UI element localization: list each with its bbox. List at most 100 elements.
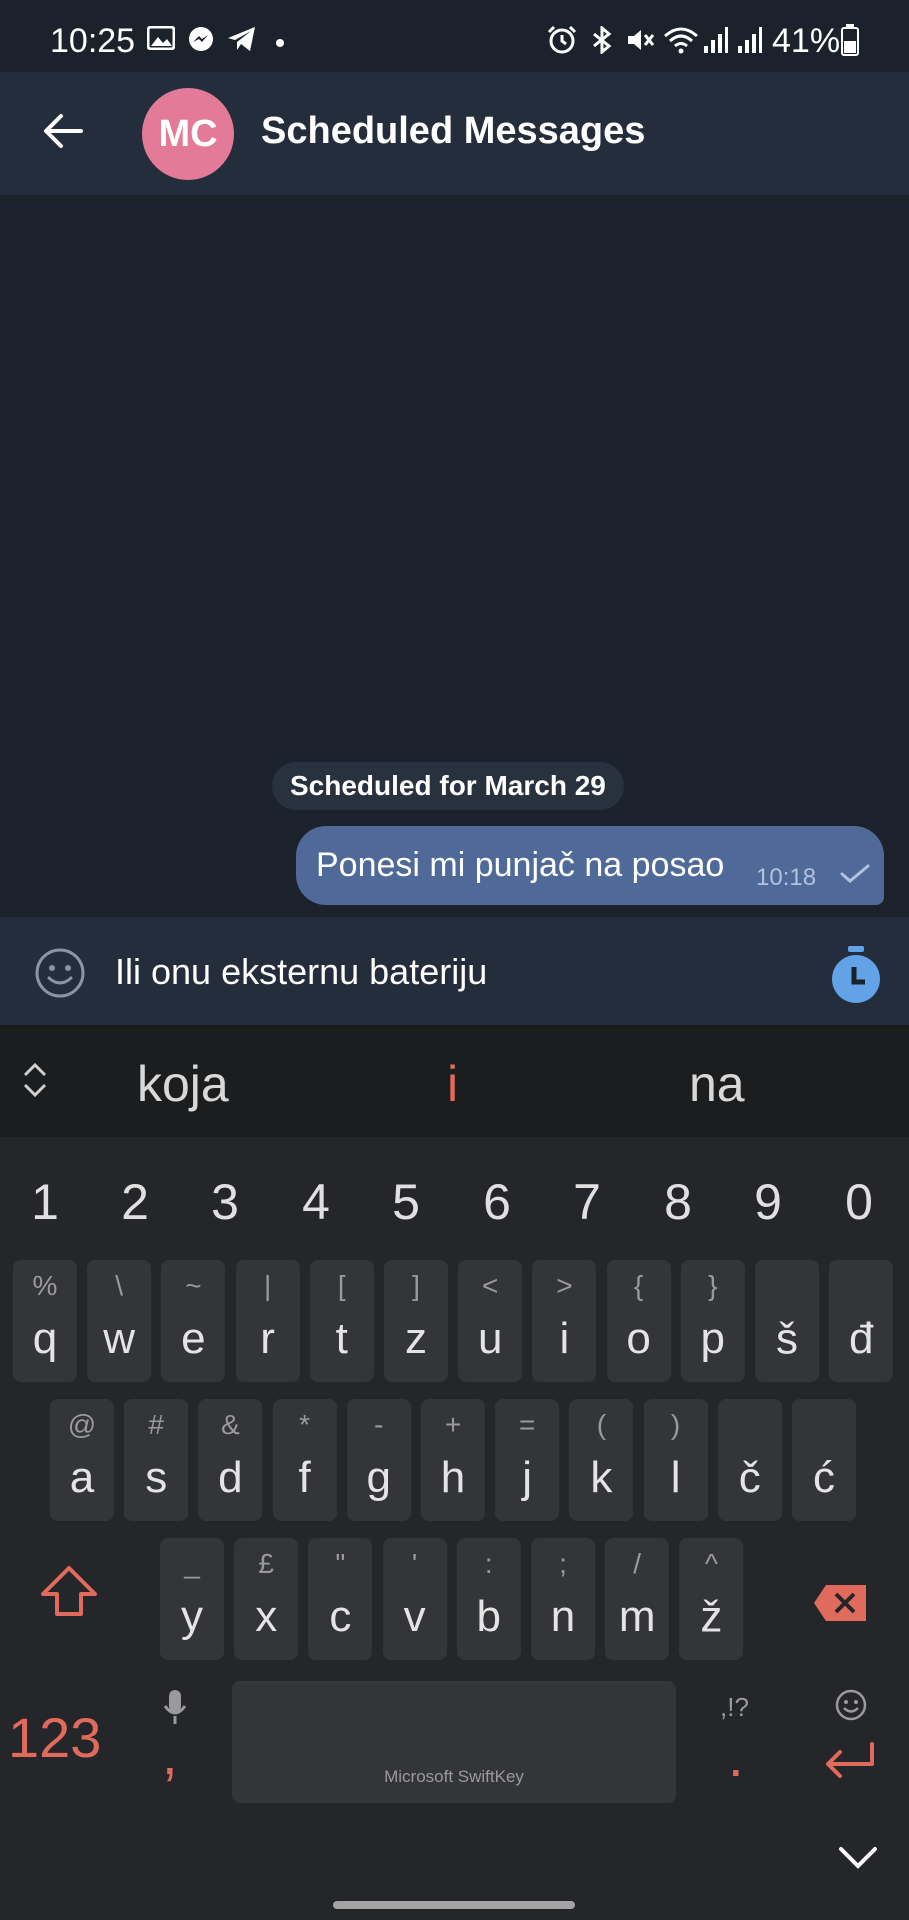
- key-label: a: [69, 1453, 95, 1502]
- key-p[interactable]: } p: [680, 1260, 745, 1382]
- key-alt-label: @: [67, 1409, 97, 1440]
- message-time: 10:18: [756, 864, 817, 891]
- emoji-icon[interactable]: [34, 947, 86, 999]
- key-j[interactable]: = j: [495, 1399, 560, 1521]
- key-t[interactable]: [t: [309, 1260, 374, 1382]
- key-u[interactable]: < u: [458, 1260, 523, 1382]
- number-key[interactable]: 2: [100, 1173, 170, 1231]
- key-alt-label: ": [335, 1548, 346, 1579]
- wifi-icon: [664, 27, 698, 54]
- suggestion-item[interactable]: na: [689, 1055, 745, 1113]
- period-key[interactable]: ,!? .: [690, 1688, 780, 1810]
- key-label: e: [181, 1314, 206, 1363]
- key-đ[interactable]: đ: [829, 1260, 894, 1382]
- suggestion-item[interactable]: koja: [137, 1055, 229, 1113]
- space-key[interactable]: Microsoft SwiftKey: [232, 1681, 676, 1803]
- key-e[interactable]: ~ e: [161, 1260, 226, 1382]
- key-v[interactable]: ' v: [382, 1538, 447, 1660]
- backspace-key[interactable]: [812, 1583, 868, 1623]
- avatar[interactable]: MC: [142, 88, 234, 180]
- key-label: i: [559, 1314, 570, 1363]
- key-label: x: [255, 1592, 278, 1641]
- key-i[interactable]: > i: [532, 1260, 597, 1382]
- numbers-key[interactable]: 123: [8, 1705, 101, 1770]
- key-c[interactable]: " c: [308, 1538, 373, 1660]
- key-label: p: [700, 1314, 726, 1363]
- number-key[interactable]: 3: [190, 1173, 260, 1231]
- key-s[interactable]: # s: [124, 1399, 189, 1521]
- shift-key[interactable]: [40, 1565, 98, 1617]
- battery-percentage: 41%: [772, 22, 841, 60]
- key-q[interactable]: % q: [13, 1260, 77, 1382]
- key-b[interactable]: :b: [456, 1538, 521, 1660]
- suggestion-item[interactable]: i: [447, 1055, 458, 1113]
- page-title[interactable]: Scheduled Messages: [261, 110, 645, 153]
- message-list[interactable]: Scheduled for March 29 Ponesi mi punjač …: [0, 195, 909, 917]
- message-input[interactable]: [115, 947, 815, 997]
- key-label: b: [476, 1592, 502, 1641]
- key-š[interactable]: š: [755, 1260, 819, 1382]
- key-y[interactable]: _ y: [160, 1538, 224, 1660]
- key-w[interactable]: \ w: [87, 1260, 152, 1382]
- key-alt-label: ^: [704, 1548, 718, 1579]
- key-alt-label: £: [258, 1548, 274, 1579]
- keyboard: koja i na 1234567890 % q \ w ~ e | r[t] z < u > i{o}…: [0, 1025, 909, 1920]
- key-d[interactable]: & d: [198, 1399, 263, 1521]
- key-label: w: [103, 1314, 136, 1363]
- key-ć[interactable]: ć: [792, 1399, 856, 1521]
- number-key[interactable]: 9: [733, 1173, 803, 1231]
- number-key[interactable]: 7: [552, 1173, 622, 1231]
- key-n[interactable]: ; n: [531, 1538, 595, 1660]
- key-alt-label: ): [670, 1409, 681, 1440]
- key-a[interactable]: @ a: [50, 1399, 114, 1521]
- key-alt-label: {: [633, 1270, 644, 1301]
- signal-icon: [738, 27, 762, 53]
- number-key[interactable]: 6: [462, 1173, 532, 1231]
- key-m[interactable]: / m: [605, 1538, 670, 1660]
- number-key[interactable]: 4: [281, 1173, 351, 1231]
- message-bubble[interactable]: Ponesi mi punjač na posao 10:18: [296, 826, 884, 905]
- key-x[interactable]: £ x: [234, 1538, 299, 1660]
- chat-header: MC Scheduled Messages: [0, 72, 909, 195]
- expand-toggle-icon[interactable]: [22, 1061, 48, 1099]
- key-g[interactable]: -g: [346, 1399, 411, 1521]
- back-button[interactable]: [34, 102, 92, 160]
- number-key[interactable]: 0: [824, 1173, 894, 1231]
- chevron-down-icon[interactable]: [838, 1845, 878, 1871]
- key-alt-label: }: [708, 1270, 718, 1301]
- comma-label: ,: [162, 1723, 178, 1786]
- key-label: š: [776, 1314, 798, 1363]
- key-l[interactable]: ) l: [643, 1399, 708, 1521]
- timer-icon[interactable]: [829, 945, 883, 1005]
- key-h[interactable]: + h: [421, 1399, 485, 1521]
- key-alt-label: ': [411, 1548, 418, 1579]
- key-k[interactable]: (k: [569, 1399, 634, 1521]
- key-o[interactable]: {o: [606, 1260, 671, 1382]
- key-z[interactable]: ] z: [384, 1260, 448, 1382]
- key-label: ž: [700, 1592, 723, 1641]
- punctuation-alt-label: ,!?: [720, 1692, 749, 1722]
- key-label: đ: [848, 1314, 874, 1363]
- key-alt-label: (: [596, 1409, 607, 1440]
- bluetooth-icon: [593, 26, 612, 54]
- key-alt-label: [: [337, 1270, 346, 1301]
- key-alt-label: -: [374, 1409, 384, 1440]
- key-alt-label: ]: [412, 1270, 420, 1301]
- comma-key[interactable]: ,: [162, 1688, 222, 1810]
- key-ž[interactable]: ^ ž: [679, 1538, 744, 1660]
- number-key[interactable]: 8: [643, 1173, 713, 1231]
- mute-icon: [628, 30, 655, 50]
- key-alt-label: ;: [559, 1548, 567, 1579]
- alarm-icon: [547, 26, 577, 54]
- key-f[interactable]: * f: [272, 1399, 337, 1521]
- key-r[interactable]: | r: [235, 1260, 300, 1382]
- key-č[interactable]: č: [717, 1399, 782, 1521]
- enter-icon: [826, 1742, 874, 1778]
- number-key[interactable]: 1: [10, 1173, 80, 1231]
- gallery-icon: [147, 26, 175, 50]
- number-key[interactable]: 5: [371, 1173, 441, 1231]
- input-bar: [0, 917, 909, 1025]
- key-alt-label: \: [115, 1270, 124, 1301]
- navigation-handle[interactable]: [333, 1901, 575, 1909]
- enter-key[interactable]: [800, 1688, 900, 1810]
